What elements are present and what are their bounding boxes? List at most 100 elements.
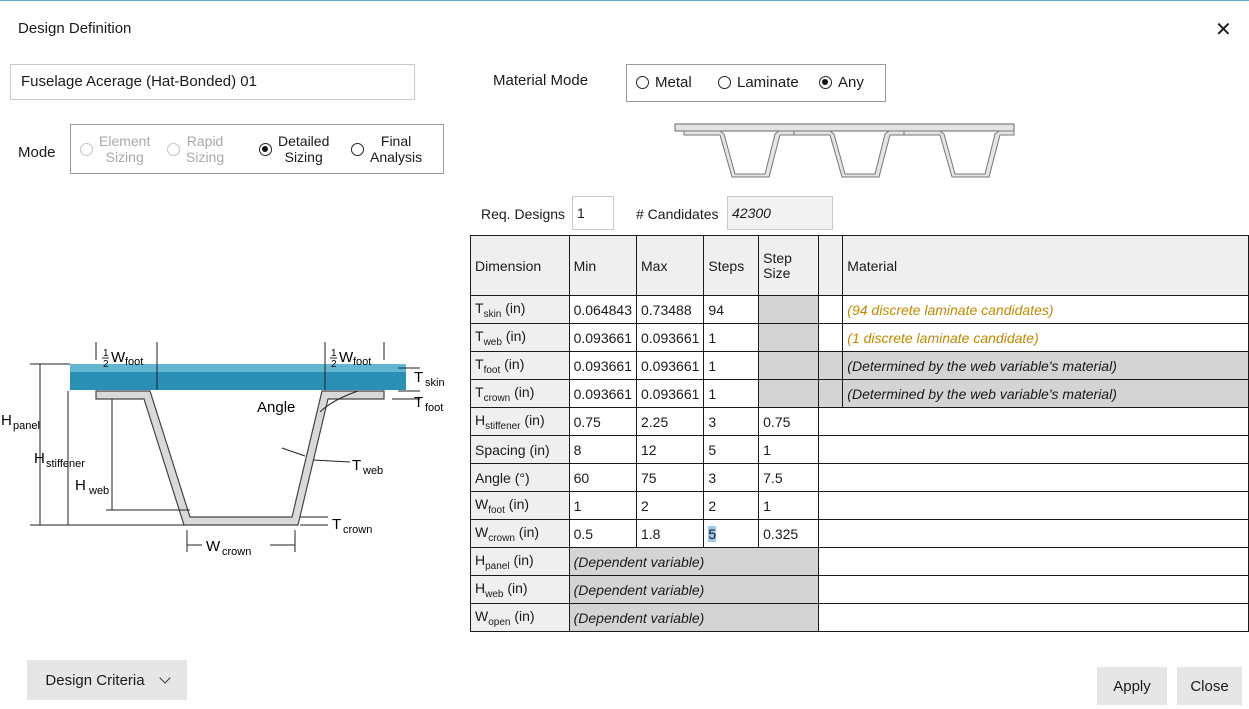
dim-unit: (in): [510, 383, 535, 400]
material-mode-group: Metal Laminate Any: [626, 64, 886, 102]
row-material: (Determined by the web variable's materi…: [842, 351, 1249, 380]
table-row: Tskin (in) 0.064843 0.73488 94 (94 discr…: [470, 295, 1249, 324]
row-max[interactable]: 2.25: [635, 407, 705, 436]
table-row: Hweb (in) (Dependent variable): [470, 575, 1249, 604]
radio-label: Final: [380, 133, 412, 149]
chevron-down-icon: [158, 672, 171, 684]
row-material-picker[interactable]: [817, 323, 844, 352]
row-max[interactable]: 12: [635, 435, 705, 464]
dim-sub: panel: [485, 560, 510, 572]
dim-unit: (in): [500, 355, 525, 372]
row-min[interactable]: 0.093661: [568, 351, 638, 380]
row-steps[interactable]: 2: [703, 491, 760, 520]
close-icon[interactable]: ✕: [1215, 17, 1232, 42]
row-steps[interactable]: 5: [703, 435, 760, 464]
mode-element-sizing-radio[interactable]: Element Sizing: [80, 133, 150, 165]
row-steps[interactable]: 1: [703, 323, 760, 352]
radio-circle-icon: [718, 76, 731, 89]
hat-stiffener-shape: [95, 390, 385, 526]
header-step-size-line1: Step: [763, 249, 792, 266]
header-material: Material: [842, 235, 1249, 296]
row-min[interactable]: 1: [568, 491, 638, 520]
row-steps[interactable]: 1: [703, 379, 760, 408]
row-steps[interactable]: 94: [703, 295, 760, 324]
row-max[interactable]: 1.8: [635, 519, 705, 548]
row-max[interactable]: 2: [635, 491, 705, 520]
candidates-label: # Candidates: [636, 206, 719, 222]
selected-text[interactable]: 5: [708, 525, 717, 542]
header-min: Min: [568, 235, 638, 296]
table-row: Tcrown (in) 0.093661 0.093661 1 (Determi…: [470, 379, 1249, 408]
dim-main: Spacing: [475, 441, 526, 458]
row-material-picker: [817, 351, 844, 380]
row-step-size[interactable]: 0.325: [758, 519, 819, 548]
dim-sub: web: [483, 336, 502, 348]
close-button[interactable]: Close: [1177, 667, 1242, 705]
dim-sub: foot: [483, 364, 501, 376]
row-min[interactable]: 8: [568, 435, 638, 464]
row-material-empty: [817, 547, 1249, 576]
row-max[interactable]: 0.093661: [635, 323, 705, 352]
header-max: Max: [635, 235, 705, 296]
radio-label: Element: [99, 133, 151, 149]
row-step-size: [758, 351, 819, 380]
mode-final-analysis-radio[interactable]: Final Analysis: [351, 133, 422, 165]
header-steps: Steps: [703, 235, 760, 296]
row-material[interactable]: (1 discrete laminate candidate): [842, 323, 1249, 352]
mode-rapid-sizing-radio[interactable]: Rapid Sizing: [167, 133, 224, 165]
design-name-input[interactable]: Fuselage Acerage (Hat-Bonded) 01: [10, 64, 415, 100]
row-material-empty: [817, 491, 1249, 520]
row-step-size[interactable]: 7.5: [758, 463, 819, 492]
row-step-size[interactable]: 0.75: [758, 407, 819, 436]
t-foot-label: T: [414, 394, 423, 411]
radio-label: Laminate: [737, 74, 799, 91]
design-criteria-dropdown[interactable]: Design Criteria: [27, 660, 187, 700]
apply-button[interactable]: Apply: [1097, 667, 1167, 705]
mode-detailed-sizing-radio[interactable]: Detailed Sizing: [259, 133, 329, 165]
table-row: Tweb (in) 0.093661 0.093661 1 (1 discret…: [470, 323, 1249, 352]
w-foot-left-half-num: 1: [103, 348, 109, 359]
h-web-label: H: [75, 477, 86, 494]
dim-main: W: [475, 495, 489, 512]
row-min[interactable]: 0.064843: [568, 295, 638, 324]
radio-selected-icon: [259, 142, 272, 156]
row-max[interactable]: 0.73488: [635, 295, 705, 324]
row-step-size[interactable]: 1: [758, 491, 819, 520]
row-max[interactable]: 75: [635, 463, 705, 492]
t-web-label: T: [352, 457, 361, 474]
t-crown-label: T: [332, 516, 341, 533]
row-max[interactable]: 0.093661: [635, 379, 705, 408]
row-steps[interactable]: 1: [703, 351, 760, 380]
dim-unit: (in): [501, 299, 526, 316]
req-designs-input[interactable]: 1: [572, 196, 614, 230]
row-material-empty: [817, 463, 1249, 492]
radio-label: Sizing: [284, 149, 323, 165]
h-stiffener-sub: stiffener: [46, 458, 85, 470]
row-min[interactable]: 0.5: [568, 519, 638, 548]
row-steps[interactable]: 3: [703, 463, 760, 492]
material-mode-any-radio[interactable]: Any: [819, 74, 864, 91]
material-mode-laminate-radio[interactable]: Laminate: [718, 74, 799, 91]
radio-circle-icon: [80, 142, 93, 156]
row-material[interactable]: (94 discrete laminate candidates): [842, 295, 1249, 324]
table-row: Wfoot (in) 1 2 2 1: [470, 491, 1249, 520]
row-min[interactable]: 60: [568, 463, 638, 492]
hat-stiffener-thumbnail: [674, 123, 1015, 178]
window-top-border: [0, 0, 1249, 1]
header-step-size: Step Size: [758, 235, 819, 296]
row-min[interactable]: 0.75: [568, 407, 638, 436]
row-min[interactable]: 0.093661: [568, 379, 638, 408]
row-step-size[interactable]: 1: [758, 435, 819, 464]
dialog-title: Design Definition: [18, 20, 132, 37]
row-steps[interactable]: 5: [703, 519, 760, 548]
material-mode-metal-radio[interactable]: Metal: [636, 74, 692, 91]
radio-label: Metal: [655, 74, 692, 91]
radio-label: Rapid: [186, 133, 224, 149]
t-foot-sub: foot: [425, 402, 443, 414]
h-web-sub: web: [88, 485, 109, 497]
row-steps[interactable]: 3: [703, 407, 760, 436]
row-min[interactable]: 0.093661: [568, 323, 638, 352]
row-max[interactable]: 0.093661: [635, 351, 705, 380]
row-material-picker[interactable]: [817, 295, 844, 324]
dim-unit: (in): [503, 579, 528, 596]
